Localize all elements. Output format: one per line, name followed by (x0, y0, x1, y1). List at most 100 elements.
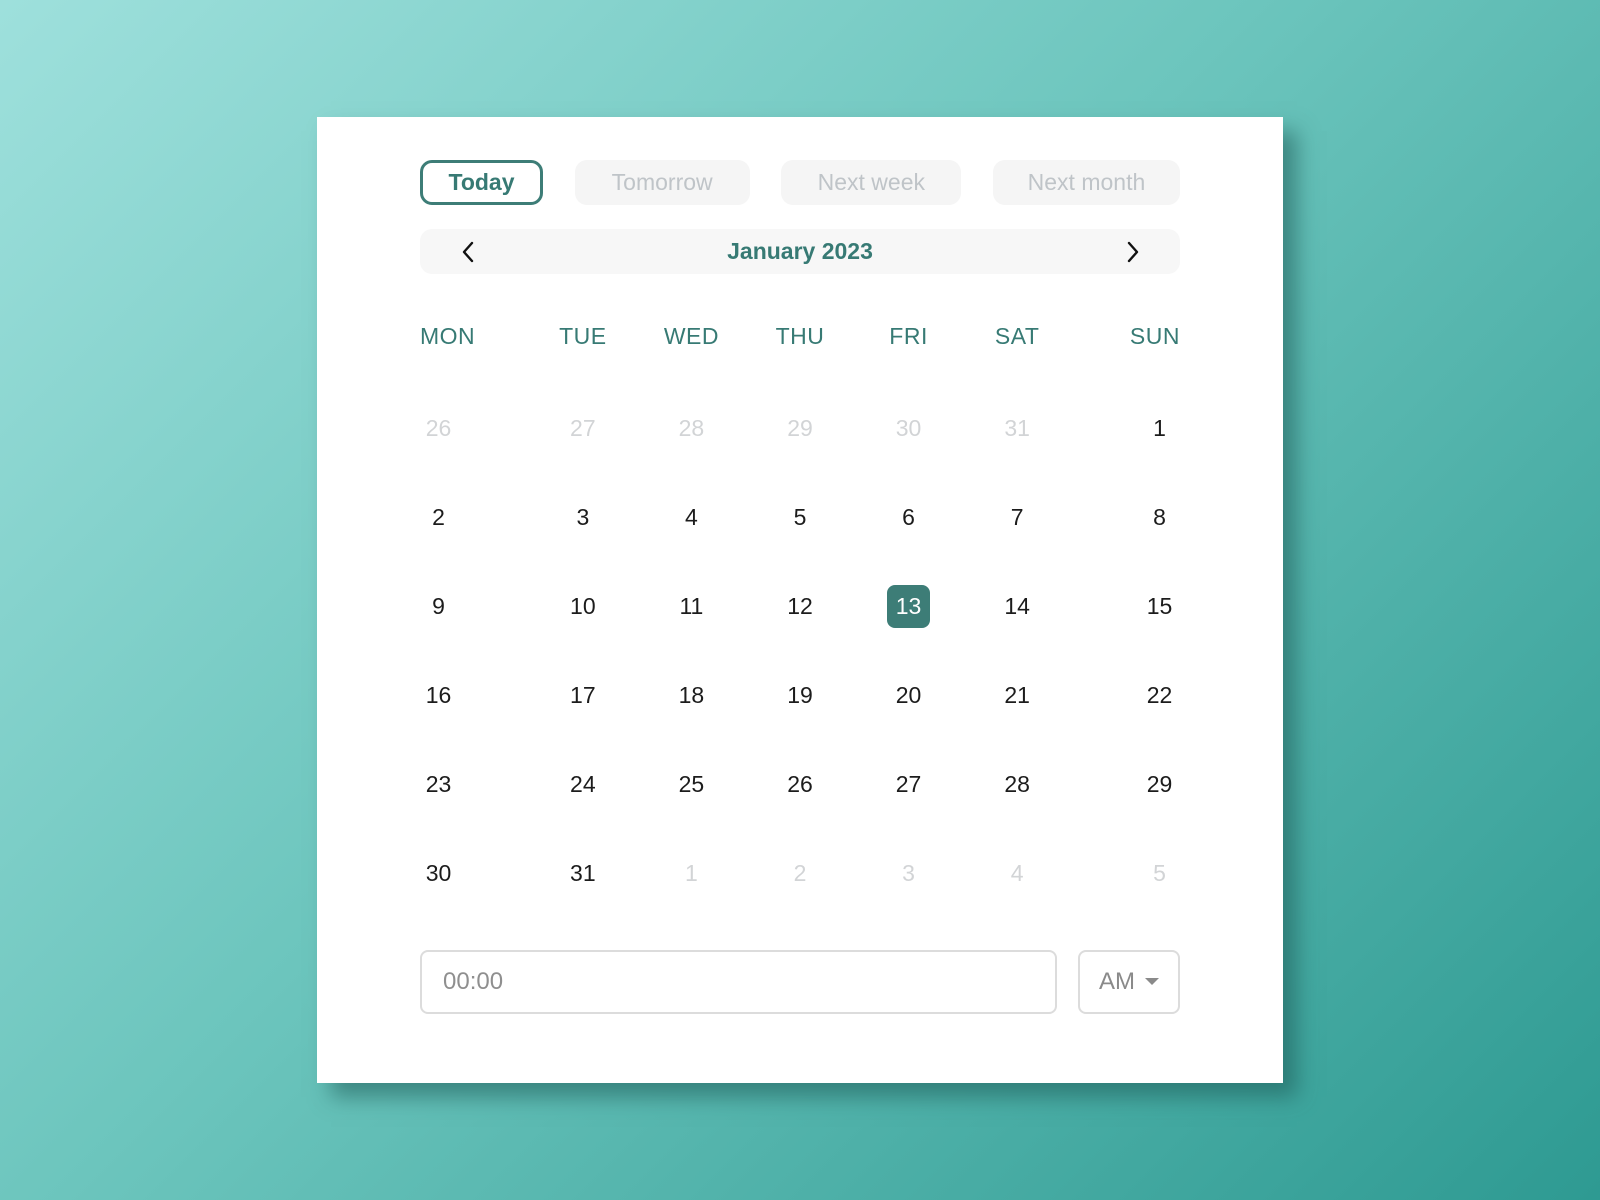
tomorrow-button[interactable]: Tomorrow (574, 160, 750, 205)
day-cell[interactable]: 20 (854, 674, 963, 717)
previous-month-button[interactable] (445, 229, 490, 274)
day-number: 3 (902, 860, 915, 886)
day-number: 31 (570, 860, 596, 886)
day-cell[interactable]: 24 (529, 763, 638, 806)
day-cell[interactable]: 27 (854, 763, 963, 806)
day-number: 27 (895, 771, 922, 797)
today-button[interactable]: Today (420, 160, 543, 205)
weekday-mon: MON (420, 323, 476, 349)
day-cell[interactable]: 6 (854, 496, 963, 539)
day-number: 20 (895, 682, 922, 708)
day-number: 26 (787, 771, 813, 797)
day-cell-outside-month[interactable]: 4 (963, 852, 1072, 895)
days-grid: 26 27 28 29 30 31 1 2 3 4 5 6 7 8 9 10 11 12 13 14 15 16 17 18 1… (420, 407, 1180, 895)
day-number: 31 (1004, 415, 1030, 441)
day-cell[interactable]: 12 (746, 585, 855, 628)
day-cell[interactable]: 15 (1071, 585, 1180, 628)
day-cell[interactable]: 19 (746, 674, 855, 717)
am-pm-select[interactable]: AM (1078, 950, 1180, 1014)
am-pm-value: AM (1099, 968, 1135, 995)
day-number: 25 (678, 771, 705, 797)
day-cell[interactable]: 29 (1071, 763, 1180, 806)
day-number: 11 (679, 593, 704, 619)
day-cell-selected[interactable]: 13 (854, 585, 963, 628)
day-number: 1 (685, 860, 698, 886)
day-cell[interactable]: 5 (746, 496, 855, 539)
next-week-button[interactable]: Next week (781, 160, 962, 205)
day-number: 17 (570, 682, 596, 708)
weekday-sat: SAT (994, 323, 1040, 349)
day-number: 30 (425, 860, 452, 886)
day-number: 4 (1010, 860, 1024, 886)
day-cell-outside-month[interactable]: 29 (746, 407, 855, 450)
day-cell[interactable]: 8 (1071, 496, 1180, 539)
day-number: 12 (787, 593, 813, 619)
weekday-fri: FRI (889, 323, 928, 349)
day-number: 8 (1153, 504, 1166, 530)
day-number: 4 (685, 504, 698, 530)
day-cell[interactable]: 9 (420, 585, 529, 628)
day-cell[interactable]: 11 (637, 585, 746, 628)
day-number: 1 (1153, 415, 1166, 441)
chevron-right-icon (1127, 241, 1138, 262)
day-number: 7 (1010, 504, 1024, 530)
time-row: AM (420, 950, 1180, 1014)
day-number: 2 (793, 860, 807, 886)
day-cell[interactable]: 30 (420, 852, 529, 895)
day-number: 28 (1004, 771, 1030, 797)
day-number: 10 (570, 593, 596, 619)
quick-select-row: Today Tomorrow Next week Next month (420, 160, 1180, 205)
day-cell[interactable]: 31 (529, 852, 638, 895)
day-cell-outside-month[interactable]: 30 (854, 407, 963, 450)
day-cell[interactable]: 10 (529, 585, 638, 628)
day-number: 19 (787, 682, 813, 708)
day-cell[interactable]: 22 (1071, 674, 1180, 717)
month-title: January 2023 (727, 238, 873, 264)
caret-down-icon (1145, 977, 1159, 985)
time-input[interactable] (420, 950, 1057, 1014)
day-cell-outside-month[interactable]: 28 (637, 407, 746, 450)
day-number: 26 (425, 415, 452, 441)
day-number: 21 (1004, 682, 1030, 708)
day-cell[interactable]: 25 (637, 763, 746, 806)
day-cell[interactable]: 18 (637, 674, 746, 717)
day-number: 29 (1146, 771, 1173, 797)
day-cell[interactable]: 21 (963, 674, 1072, 717)
day-number: 13 (887, 585, 931, 628)
day-cell-outside-month[interactable]: 31 (963, 407, 1072, 450)
day-number: 22 (1146, 682, 1173, 708)
day-number: 18 (678, 682, 705, 708)
day-number: 27 (570, 415, 596, 441)
day-cell[interactable]: 17 (529, 674, 638, 717)
next-month-nav-button[interactable] (1110, 229, 1155, 274)
weekday-header: MON TUE WED THU FRI SAT SUN (420, 318, 1180, 354)
day-number: 9 (432, 593, 445, 619)
day-number: 6 (902, 504, 915, 530)
day-cell[interactable]: 14 (963, 585, 1072, 628)
day-cell[interactable]: 1 (1071, 407, 1180, 450)
day-number: 24 (570, 771, 596, 797)
day-number: 5 (793, 504, 807, 530)
day-cell[interactable]: 3 (529, 496, 638, 539)
day-cell[interactable]: 4 (637, 496, 746, 539)
date-picker-card: Today Tomorrow Next week Next month Janu… (317, 117, 1283, 1083)
month-navigation: January 2023 (420, 229, 1180, 274)
day-cell-outside-month[interactable]: 5 (1071, 852, 1180, 895)
day-number: 15 (1146, 593, 1173, 619)
next-month-button[interactable]: Next month (992, 160, 1180, 205)
day-number: 16 (425, 682, 452, 708)
day-cell[interactable]: 28 (963, 763, 1072, 806)
day-cell[interactable]: 2 (420, 496, 529, 539)
day-cell-outside-month[interactable]: 26 (420, 407, 529, 450)
day-cell-outside-month[interactable]: 1 (637, 852, 746, 895)
weekday-thu: THU (775, 323, 825, 349)
day-number: 28 (678, 415, 705, 441)
chevron-left-icon (462, 241, 473, 262)
day-cell[interactable]: 16 (420, 674, 529, 717)
day-cell[interactable]: 26 (746, 763, 855, 806)
day-cell-outside-month[interactable]: 2 (746, 852, 855, 895)
day-cell[interactable]: 7 (963, 496, 1072, 539)
day-cell-outside-month[interactable]: 3 (854, 852, 963, 895)
day-cell-outside-month[interactable]: 27 (529, 407, 638, 450)
day-cell[interactable]: 23 (420, 763, 529, 806)
